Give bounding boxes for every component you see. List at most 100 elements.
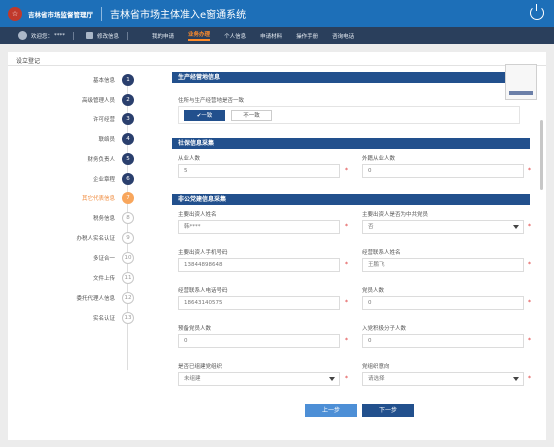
- contact-phone-label: 经营联系人电话号码: [178, 288, 228, 294]
- action-bar: 上一步 下一步: [172, 404, 530, 418]
- step-number: 10: [122, 252, 134, 264]
- foreign-employees-input[interactable]: 0: [362, 164, 524, 178]
- required-mark: *: [345, 375, 348, 382]
- change-info-link[interactable]: 修改信息: [97, 32, 119, 40]
- org-built-label: 是否已组建党组织: [178, 364, 223, 370]
- step-item[interactable]: 实名认证 13: [8, 312, 168, 324]
- system-title: 吉林省市场主体准入e窗通系统: [110, 10, 247, 21]
- welcome-text: 欢迎您：: [31, 33, 54, 40]
- nav-business[interactable]: 业务办理: [188, 30, 211, 41]
- org-built-value: 未组建: [184, 376, 201, 382]
- nav-manual[interactable]: 操作手册: [296, 32, 318, 40]
- nav-materials[interactable]: 申请材料: [260, 32, 282, 40]
- thumbnail-tag: [509, 91, 533, 95]
- contact-name-label: 经营联系人姓名: [362, 250, 401, 256]
- step-item[interactable]: 办税人实名认证 9: [8, 232, 168, 244]
- required-mark: *: [528, 337, 531, 344]
- step-item[interactable]: 财务负责人 5: [8, 153, 168, 165]
- nav-my-applications[interactable]: 我的申请: [152, 32, 174, 40]
- user-icon: [18, 31, 27, 40]
- social-section: 社保信息采集 从业人数 5 * 外籍从业人数 0 *: [172, 138, 531, 188]
- step-label: 税务信息: [92, 216, 115, 222]
- step-item[interactable]: 多证合一 10: [8, 252, 168, 264]
- investor-phone-input[interactable]: 13844898648: [178, 258, 340, 272]
- logout-power-icon[interactable]: [530, 4, 544, 20]
- production-section: 生产经营地信息 住所与生产经营地是否一致 ✔一致 不一致: [172, 72, 530, 132]
- step-item[interactable]: 许可经营 3: [8, 113, 168, 125]
- step-item[interactable]: 企业章程 6: [8, 173, 168, 185]
- nav-separator: [73, 31, 75, 40]
- step-number: 12: [122, 292, 134, 304]
- step-item[interactable]: 联络员 4: [8, 133, 168, 145]
- scrollbar-thumb[interactable]: [540, 120, 543, 190]
- investor-member-select[interactable]: 否: [362, 220, 524, 234]
- probation-label: 预备党员人数: [178, 326, 212, 332]
- nav-separator: [127, 31, 129, 40]
- step-item[interactable]: 文件上传 11: [8, 272, 168, 284]
- step-label: 委托代理人信息: [76, 296, 115, 302]
- step-number: 6: [122, 173, 134, 185]
- required-mark: *: [345, 261, 348, 268]
- step-item-current[interactable]: 其它代表信息 7: [8, 192, 168, 204]
- step-label: 财务负责人: [87, 157, 115, 163]
- step-label: 联络员: [98, 137, 115, 143]
- step-label: 多证合一: [92, 256, 115, 262]
- investor-member-label: 主要出资人是否为中共党员: [362, 212, 429, 218]
- step-number: 8: [122, 212, 134, 224]
- step-item[interactable]: 高级管理人员 2: [8, 94, 168, 106]
- required-mark: *: [345, 223, 348, 230]
- required-mark: *: [345, 299, 348, 306]
- main-content: 设立登记 基本信息 1 高级管理人员 2 许可经营 3 联络员 4 财务负责人 …: [8, 52, 546, 440]
- required-mark: *: [528, 299, 531, 306]
- org-intent-value: 请选择: [368, 376, 385, 382]
- org-intent-select[interactable]: 请选择: [362, 372, 524, 386]
- step-label: 企业章程: [92, 177, 115, 183]
- nav-personal-info[interactable]: 个人信息: [224, 32, 246, 40]
- chevron-down-icon: [329, 377, 335, 381]
- app-header: ☆ 吉林省市场监督管理厅 吉林省市场主体准入e窗通系统: [0, 0, 554, 27]
- step-label: 其它代表信息: [81, 196, 115, 202]
- step-label: 基本信息: [92, 78, 115, 84]
- toggle-same-button[interactable]: ✔一致: [184, 110, 225, 121]
- breadcrumb-divider: [8, 65, 546, 66]
- required-mark: *: [345, 337, 348, 344]
- document-thumbnail[interactable]: [505, 64, 537, 100]
- social-section-title: 社保信息采集: [172, 138, 530, 149]
- step-item[interactable]: 基本信息 1: [8, 74, 168, 86]
- org-built-select[interactable]: 未组建: [178, 372, 340, 386]
- required-mark: *: [345, 167, 348, 174]
- step-item[interactable]: 税务信息 8: [8, 212, 168, 224]
- required-mark: *: [528, 261, 531, 268]
- investor-member-value: 否: [368, 224, 374, 230]
- contact-phone-input[interactable]: 18643140575: [178, 296, 340, 310]
- step-label: 文件上传: [92, 276, 115, 282]
- employees-input[interactable]: 5: [178, 164, 340, 178]
- production-section-title: 生产经营地信息: [172, 72, 530, 83]
- required-mark: *: [528, 167, 531, 174]
- address-toggle-group: ✔一致 不一致: [178, 106, 520, 124]
- step-number: 11: [122, 272, 134, 284]
- step-number: 2: [122, 94, 134, 106]
- probation-input[interactable]: 0: [178, 334, 340, 348]
- applicant-label: 入党积极分子人数: [362, 326, 407, 332]
- step-number: 9: [122, 232, 134, 244]
- chevron-down-icon: [513, 225, 519, 229]
- contact-name-input[interactable]: 王鹏飞: [362, 258, 524, 272]
- address-same-label: 住所与生产经营地是否一致: [178, 98, 245, 104]
- header-divider: [101, 6, 102, 21]
- investor-name-input[interactable]: 韩****: [178, 220, 340, 234]
- step-number: 3: [122, 113, 134, 125]
- nav-hotline[interactable]: 咨询电话: [332, 32, 354, 40]
- prev-step-button[interactable]: 上一步: [305, 404, 357, 417]
- step-label: 办税人实名认证: [76, 236, 115, 242]
- applicant-input[interactable]: 0: [362, 334, 524, 348]
- step-label: 高级管理人员: [81, 98, 115, 104]
- breadcrumb: 设立登记: [16, 58, 41, 65]
- toggle-different-button[interactable]: 不一致: [231, 110, 272, 121]
- username: ****: [54, 32, 66, 39]
- next-step-button[interactable]: 下一步: [362, 404, 414, 417]
- top-nav: 欢迎您： **** 修改信息 我的申请 业务办理 个人信息 申请材料 操作手册 …: [0, 27, 554, 44]
- step-number: 13: [122, 312, 134, 324]
- step-item[interactable]: 委托代理人信息 12: [8, 292, 168, 304]
- party-count-input[interactable]: 0: [362, 296, 524, 310]
